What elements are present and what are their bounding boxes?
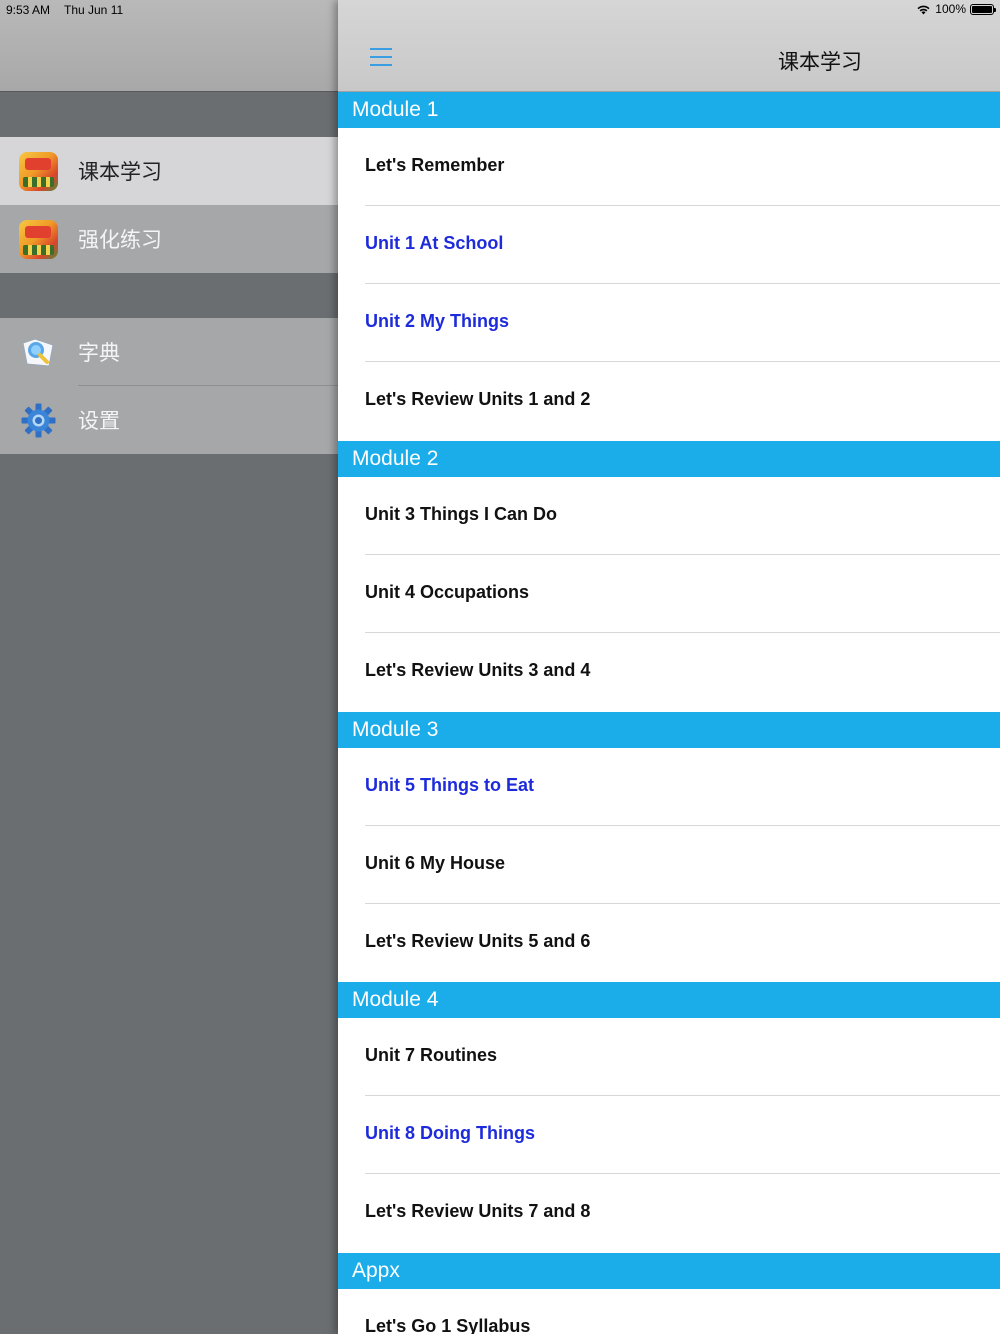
list-item-label: Let's Review Units 3 and 4 — [365, 660, 591, 680]
list-item-label: Let's Review Units 1 and 2 — [365, 389, 591, 409]
list-item[interactable]: Let's Review Units 3 and 4 — [338, 633, 1000, 711]
app-icon — [19, 219, 58, 259]
list-item-label: Let's Review Units 7 and 8 — [365, 1201, 591, 1221]
section-header-module-3: Module 3 — [338, 712, 1000, 748]
list-item-label: Let's Remember — [365, 155, 505, 175]
list-item[interactable]: Unit 3 Things I Can Do — [338, 477, 1000, 555]
sidebar-item-dictionary[interactable]: 字典 — [0, 318, 338, 386]
list-item[interactable]: Unit 4 Occupations — [338, 555, 1000, 633]
list-item-label: Unit 2 My Things — [365, 311, 509, 331]
sidebar-item-label: 设置 — [78, 410, 120, 433]
battery-percent: 100% — [935, 2, 966, 16]
list-item[interactable]: Unit 1 At School — [338, 206, 1000, 284]
side-menu: 课本学习 强化练习 字典 设置 — [0, 0, 338, 1334]
battery-fill — [972, 5, 992, 13]
list-item-label: Let's Review Units 5 and 6 — [365, 931, 591, 951]
list-item[interactable]: Let's Review Units 7 and 8 — [338, 1174, 1000, 1252]
sidebar-item-practice[interactable]: 强化练习 — [0, 205, 338, 273]
list-item-label: Unit 6 My House — [365, 853, 506, 873]
list-item-label: Unit 8 Doing Things — [365, 1123, 535, 1143]
list-item-label: Unit 1 At School — [365, 233, 504, 253]
section-header-module-2: Module 2 — [338, 441, 1000, 477]
section-header-appx: Appx — [338, 1253, 1000, 1289]
dictionary-icon — [19, 333, 58, 372]
sidebar-item-label: 字典 — [78, 342, 120, 365]
sidebar-item-label: 课本学习 — [78, 161, 162, 184]
hamburger-menu-icon[interactable] — [370, 48, 392, 66]
section-header-module-4: Module 4 — [338, 982, 1000, 1018]
gear-icon — [19, 401, 58, 440]
sidebar-item-textbook[interactable]: 课本学习 — [0, 137, 338, 205]
section-header-module-1: Module 1 — [338, 92, 1000, 128]
list-item[interactable]: Let's Review Units 1 and 2 — [338, 362, 1000, 440]
list-item-label: Let's Go 1 Syllabus — [365, 1316, 531, 1334]
list-item[interactable]: Unit 5 Things to Eat — [338, 748, 1000, 826]
list-item-label: Unit 3 Things I Can Do — [365, 504, 557, 524]
page-title: 课本学习 — [778, 51, 862, 74]
list-item[interactable]: Let's Remember — [338, 128, 1000, 206]
app-icon — [19, 151, 58, 191]
battery-icon — [970, 3, 996, 15]
status-right: 100% — [916, 2, 996, 16]
list-item[interactable]: Unit 2 My Things — [338, 284, 1000, 362]
list-item-label: Unit 4 Occupations — [365, 582, 530, 602]
wifi-icon — [917, 5, 930, 14]
sidebar-item-label: 强化练习 — [78, 229, 162, 252]
sidebar-item-settings[interactable]: 设置 — [0, 386, 338, 454]
list-item[interactable]: Let's Go 1 Syllabus — [338, 1289, 1000, 1334]
status-bar: 9:53 AM Thu Jun 11 100% — [0, 0, 1000, 20]
list-item[interactable]: Let's Review Units 5 and 6 — [338, 904, 1000, 982]
list-item[interactable]: Unit 7 Routines — [338, 1018, 1000, 1096]
status-time: 9:53 AM — [6, 3, 51, 17]
list-item-label: Unit 7 Routines — [365, 1045, 498, 1065]
list-item[interactable]: Unit 8 Doing Things — [338, 1096, 1000, 1174]
main-panel: 课本学习 Module 1 Let's Remember Unit 1 At S… — [338, 0, 1000, 1334]
list-item-label: Unit 5 Things to Eat — [365, 775, 534, 795]
status-date: Thu Jun 11 — [64, 3, 124, 17]
list-item[interactable]: Unit 6 My House — [338, 826, 1000, 904]
